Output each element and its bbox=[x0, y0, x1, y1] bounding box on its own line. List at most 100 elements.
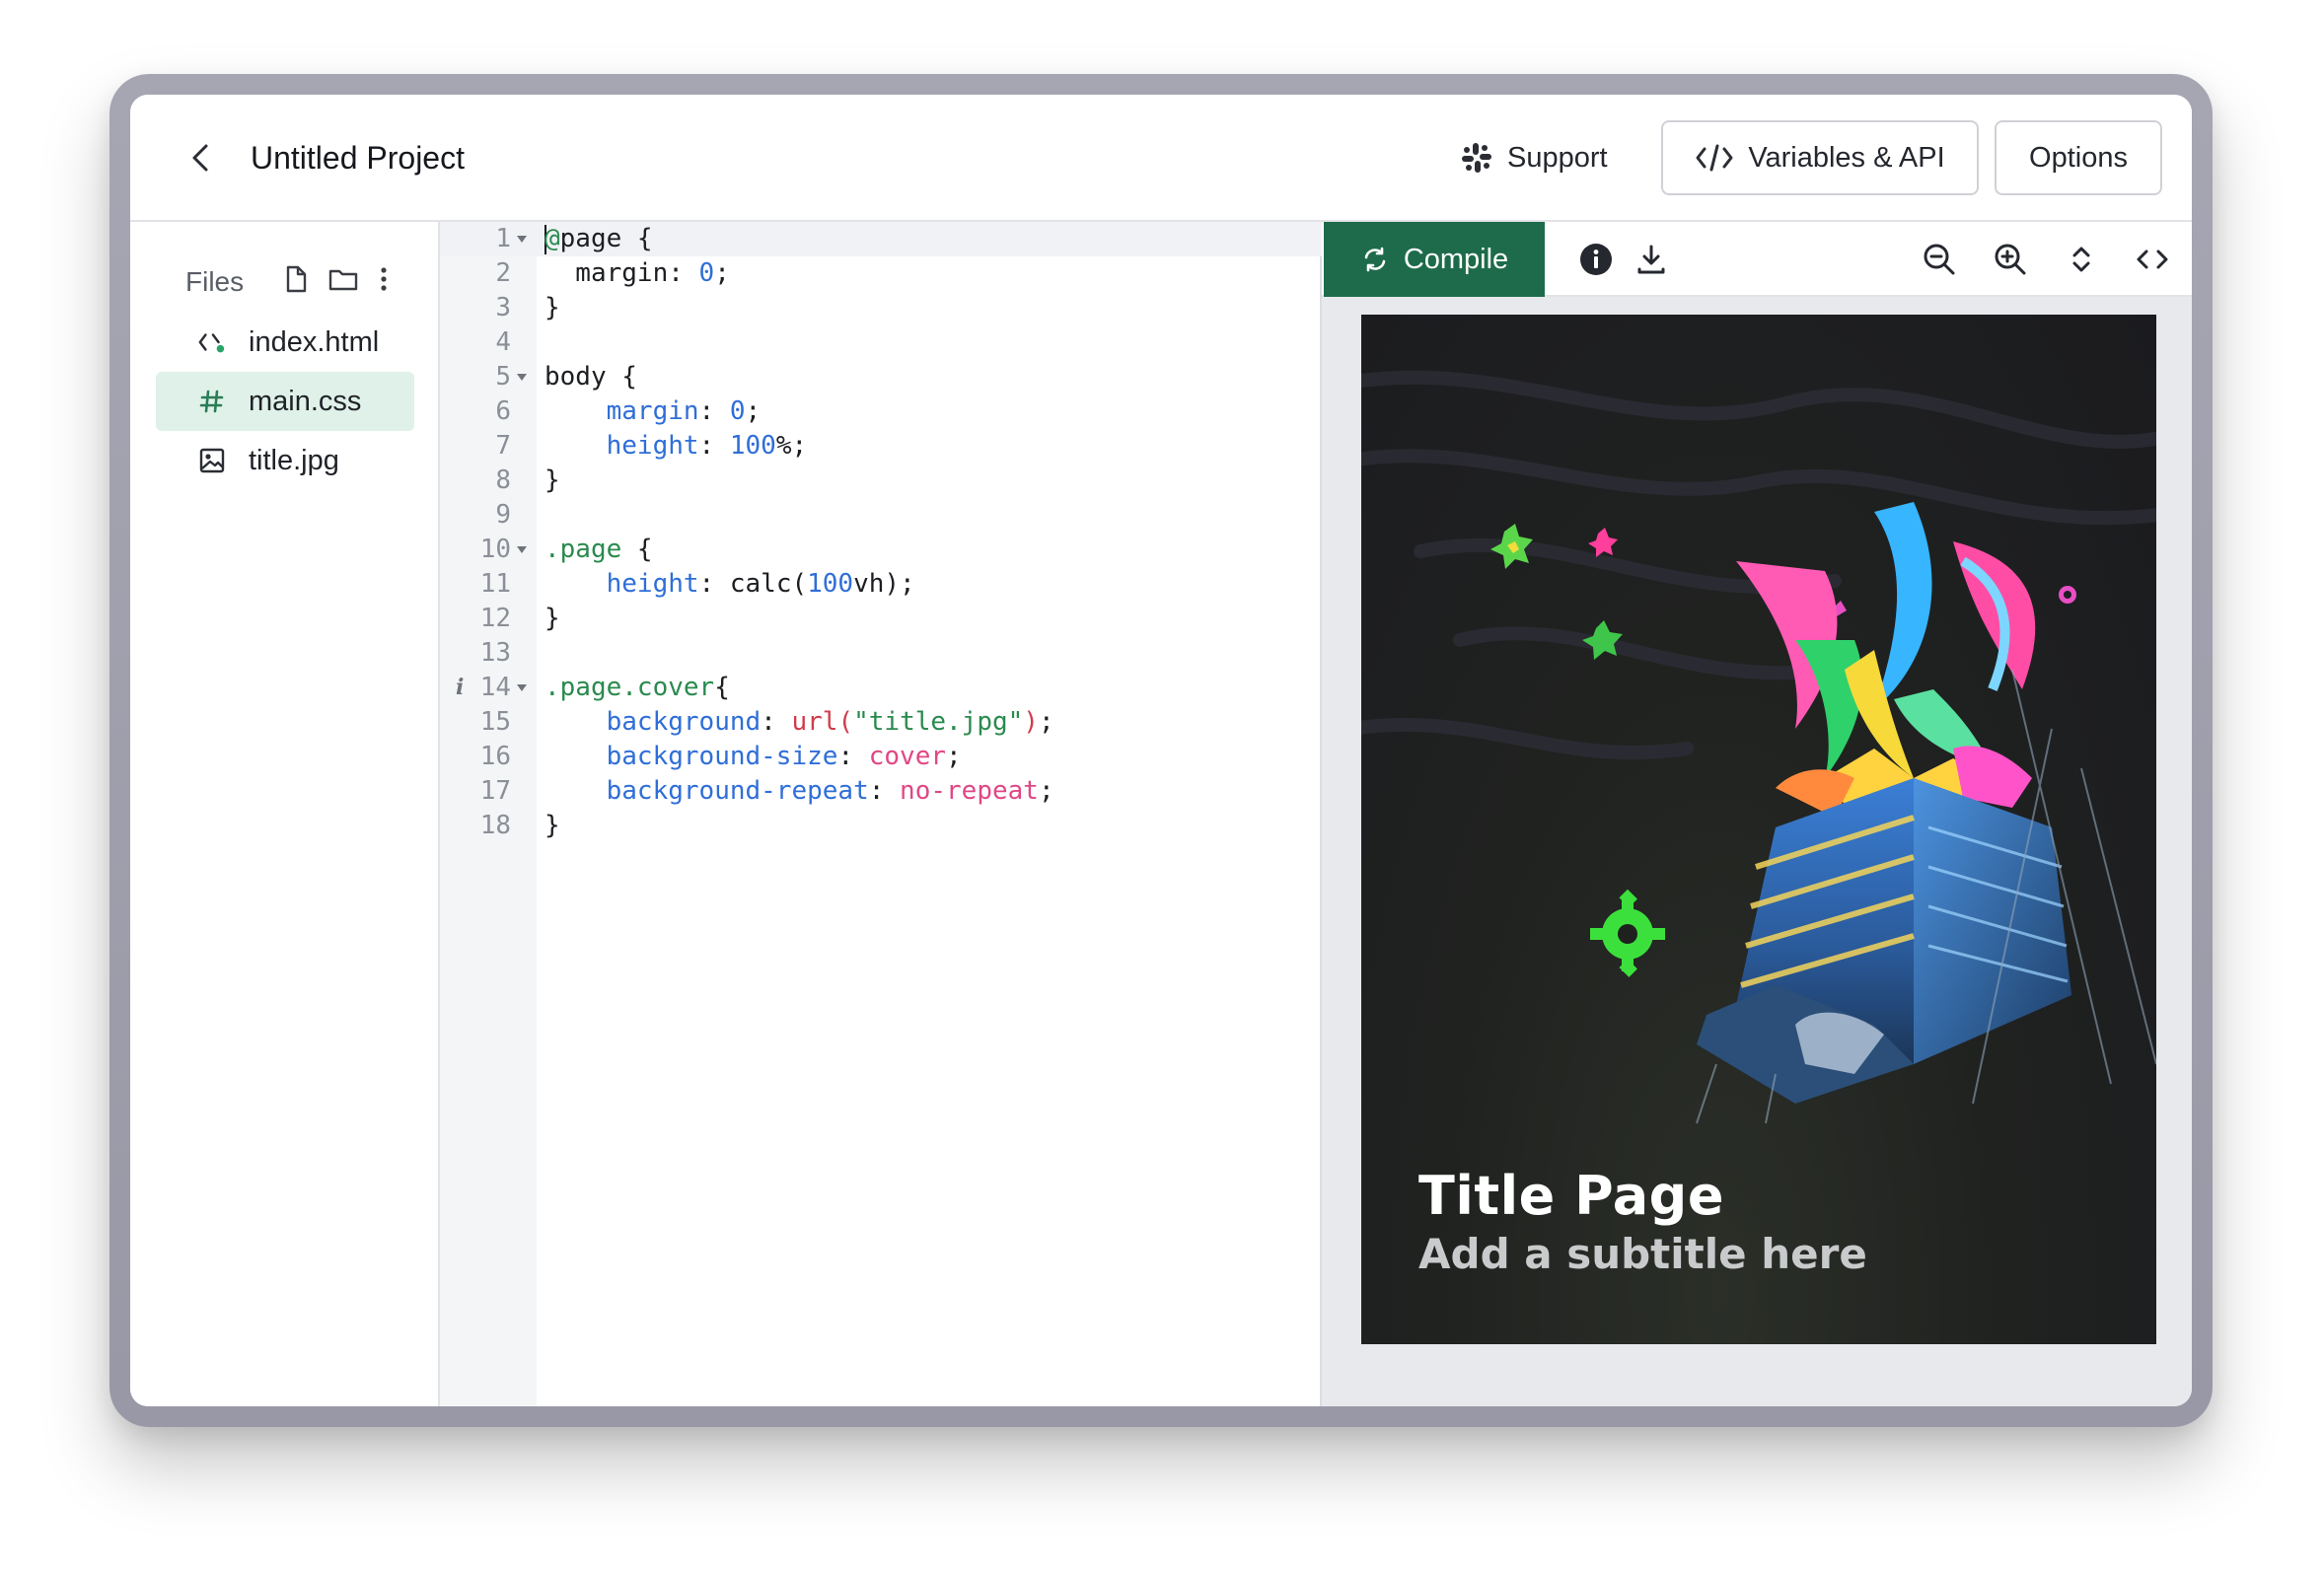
support-label: Support bbox=[1507, 141, 1608, 174]
preview-toolbar: Compile bbox=[1322, 222, 2192, 297]
info-button[interactable] bbox=[1576, 240, 1616, 279]
zoom-in-button[interactable] bbox=[1991, 240, 2030, 279]
code-line: 12 } bbox=[440, 602, 1322, 636]
file-item-title-jpg[interactable]: title.jpg bbox=[156, 431, 414, 490]
expand-vertical-button[interactable] bbox=[2062, 240, 2101, 279]
code-line: 3 } bbox=[440, 291, 1322, 325]
download-button[interactable] bbox=[1632, 240, 1671, 279]
code-text: background: url("title.jpg"); bbox=[606, 707, 1054, 737]
code-text: } bbox=[545, 293, 560, 322]
line-number: 11 bbox=[479, 569, 511, 599]
line-number: 13 bbox=[479, 638, 511, 668]
file-name: main.css bbox=[249, 385, 362, 417]
code-text: margin: 0; bbox=[545, 258, 730, 288]
support-button[interactable]: Support bbox=[1460, 132, 1608, 183]
line-number: 18 bbox=[479, 811, 511, 840]
line-number: 14 bbox=[479, 673, 511, 702]
code-editor[interactable]: 1 @page { 2 margin: 0; 3 } 4 5 body { 6 … bbox=[440, 222, 1322, 1406]
cover-page-preview: Title Page Add a subtitle here bbox=[1361, 315, 2156, 1344]
line-number: 17 bbox=[479, 776, 511, 806]
line-number: 1 bbox=[495, 224, 511, 253]
preview-panel: Compile Title Page Add a subtitle here bbox=[1322, 222, 2192, 1406]
zoom-out-button[interactable] bbox=[1920, 240, 1959, 279]
code-text: body { bbox=[545, 362, 637, 392]
line-number: 8 bbox=[495, 465, 511, 495]
file-name: index.html bbox=[249, 325, 380, 358]
line-number: 2 bbox=[495, 258, 511, 288]
code-text: .page.cover{ bbox=[545, 673, 730, 702]
kebab-menu-icon bbox=[381, 267, 387, 291]
code-line: i 14 .page.cover{ bbox=[440, 671, 1322, 705]
line-number: 16 bbox=[479, 742, 511, 771]
file-item-index-html[interactable]: index.html bbox=[156, 313, 414, 372]
code-line: 8 } bbox=[440, 464, 1322, 498]
new-folder-button[interactable] bbox=[327, 264, 359, 294]
chevron-up-down-icon bbox=[2072, 247, 2090, 272]
code-brackets-icon bbox=[1696, 144, 1733, 172]
code-text: .page { bbox=[545, 535, 653, 564]
info-icon bbox=[1580, 244, 1612, 275]
line-number: 4 bbox=[495, 327, 511, 357]
variables-api-label: Variables & API bbox=[1748, 141, 1945, 174]
code-text: height: 100%; bbox=[606, 431, 808, 461]
code-line: 4 bbox=[440, 325, 1322, 360]
code-text: background-size: cover; bbox=[606, 742, 962, 771]
cover-subtitle: Add a subtitle here bbox=[1418, 1230, 1867, 1278]
file-sidebar: Files index.html main.css title.jpg bbox=[130, 222, 440, 1406]
back-button[interactable] bbox=[182, 138, 221, 178]
line-number: 6 bbox=[495, 396, 511, 426]
fold-arrow-icon[interactable] bbox=[517, 236, 527, 243]
code-icon bbox=[2137, 250, 2168, 269]
files-more-button[interactable] bbox=[377, 264, 391, 294]
new-file-icon bbox=[286, 265, 307, 293]
view-source-button[interactable] bbox=[2133, 240, 2172, 279]
fold-arrow-icon[interactable] bbox=[517, 684, 527, 691]
code-line: 9 bbox=[440, 498, 1322, 533]
code-line: 13 bbox=[440, 636, 1322, 671]
compile-button[interactable]: Compile bbox=[1324, 222, 1545, 297]
refresh-icon bbox=[1364, 247, 1386, 272]
code-line: 15 background: url("title.jpg"); bbox=[440, 705, 1322, 740]
code-line: 16 background-size: cover; bbox=[440, 740, 1322, 774]
line-number: 5 bbox=[495, 362, 511, 392]
line-number: 9 bbox=[495, 500, 511, 530]
image-icon bbox=[197, 446, 227, 475]
code-text: } bbox=[545, 465, 560, 495]
files-toolbar bbox=[282, 264, 391, 294]
code-line: 5 body { bbox=[440, 360, 1322, 394]
new-file-button[interactable] bbox=[282, 264, 310, 294]
code-line: 6 margin: 0; bbox=[440, 394, 1322, 429]
line-number: 12 bbox=[479, 604, 511, 633]
code-line: 10 .page { bbox=[440, 533, 1322, 567]
code-line: 2 margin: 0; bbox=[440, 256, 1322, 291]
line-number: 7 bbox=[495, 431, 511, 461]
file-name: title.jpg bbox=[249, 444, 339, 476]
app-window: Untitled Project Support Variables & API… bbox=[130, 95, 2192, 1406]
fold-arrow-icon[interactable] bbox=[517, 546, 527, 553]
options-button[interactable]: Options bbox=[1995, 120, 2162, 195]
line-number: 3 bbox=[495, 293, 511, 322]
file-item-main-css[interactable]: main.css bbox=[156, 372, 414, 431]
slack-icon bbox=[1462, 143, 1491, 173]
options-label: Options bbox=[2029, 141, 2128, 174]
code-text: height: calc(100vh); bbox=[606, 569, 915, 599]
code-text: } bbox=[545, 811, 560, 840]
compile-label: Compile bbox=[1403, 243, 1509, 275]
download-icon bbox=[1637, 245, 1665, 274]
code-icon bbox=[197, 327, 227, 357]
code-line: 18 } bbox=[440, 809, 1322, 843]
files-heading: Files bbox=[185, 266, 245, 297]
cover-title: Title Page bbox=[1418, 1165, 1724, 1227]
line-number: 15 bbox=[479, 707, 511, 737]
code-text: @page { bbox=[545, 224, 653, 254]
line-number: 10 bbox=[479, 535, 511, 564]
code-text: margin: 0; bbox=[606, 396, 762, 426]
fold-arrow-icon[interactable] bbox=[517, 374, 527, 381]
code-text: } bbox=[545, 604, 560, 633]
code-line: 7 height: 100%; bbox=[440, 429, 1322, 464]
variables-api-button[interactable]: Variables & API bbox=[1661, 120, 1979, 195]
project-title[interactable]: Untitled Project bbox=[251, 138, 465, 178]
zoom-in-icon bbox=[1995, 244, 2026, 275]
top-bar: Untitled Project Support Variables & API… bbox=[130, 95, 2192, 222]
folder-icon bbox=[328, 269, 358, 291]
